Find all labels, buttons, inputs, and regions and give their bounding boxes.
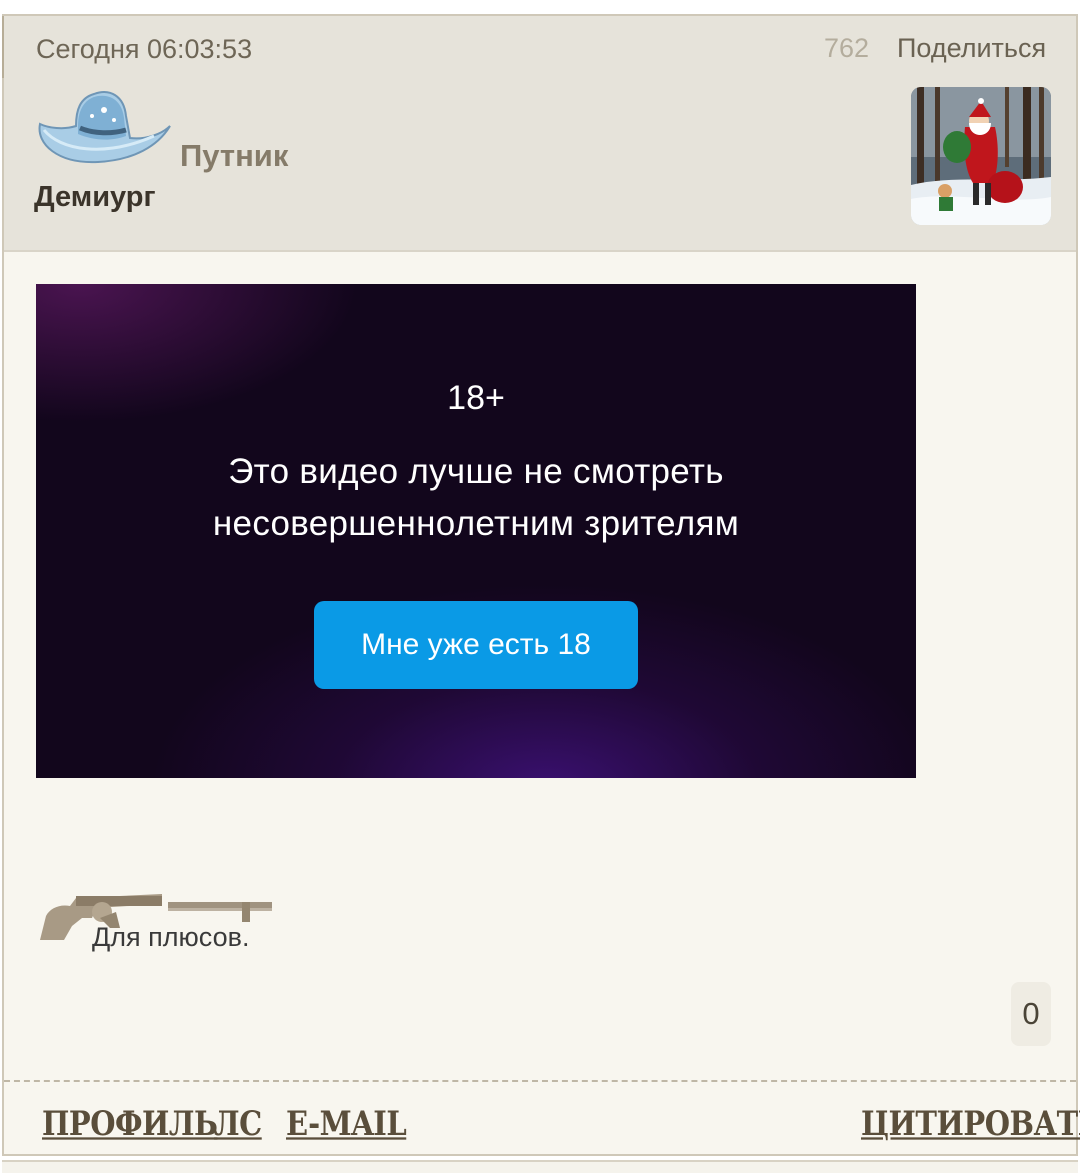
age-warning-line-1: Это видео лучше не смотреть — [228, 452, 724, 491]
profile-link[interactable]: ПРОФИЛЬ — [42, 1104, 218, 1143]
author-avatar[interactable] — [911, 87, 1051, 225]
santa-avatar-icon — [911, 87, 1051, 225]
forum-post: Сегодня 06:03:53 762 Поделиться Путник Д… — [2, 14, 1080, 1156]
rating-counter[interactable]: 0 — [1011, 982, 1051, 1046]
author-username[interactable]: Путник — [180, 138, 288, 174]
email-link[interactable]: E-MAIL — [286, 1104, 407, 1143]
author-rank: Демиург — [34, 181, 156, 213]
post-date: Сегодня 06:03:53 — [36, 34, 253, 64]
post-footer: ПРОФИЛЬ ЛС E-MAIL ЦИТИРОВАТЬ — [4, 1080, 1080, 1156]
confirm-age-button[interactable]: Мне уже есть 18 — [314, 601, 638, 689]
age-warning-text: Это видео лучше не смотреть несовершенно… — [96, 446, 856, 550]
view-count: 762 — [824, 33, 870, 63]
signature-text: Для плюсов. — [92, 922, 250, 952]
next-post-edge — [2, 1160, 1078, 1173]
quote-link[interactable]: ЦИТИРОВАТЬ — [861, 1104, 1080, 1143]
age-gated-video: 18+ Это видео лучше не смотреть несоверш… — [36, 284, 916, 778]
share-link[interactable]: Поделиться — [897, 33, 1046, 64]
hat-rank-icon — [38, 91, 171, 164]
post-header: Сегодня 06:03:53 762 Поделиться Путник Д… — [4, 16, 1076, 252]
age-badge: 18+ — [447, 379, 505, 417]
private-message-link[interactable]: ЛС — [214, 1104, 262, 1143]
age-warning-line-2: несовершеннолетним зрителям — [212, 504, 740, 543]
